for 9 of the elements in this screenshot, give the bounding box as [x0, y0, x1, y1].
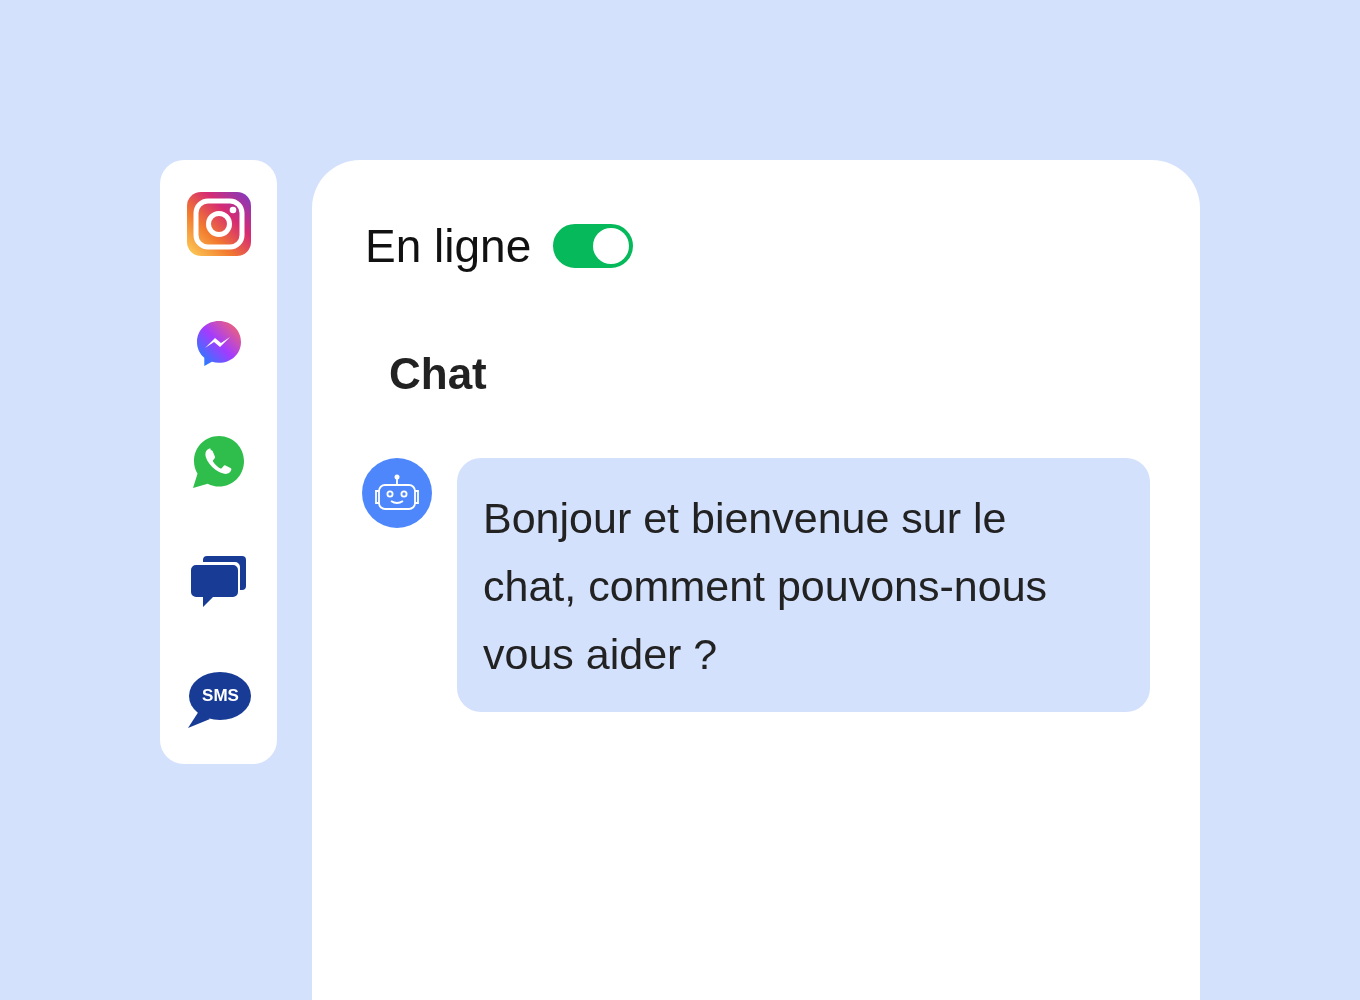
chat-title: Chat: [389, 348, 488, 400]
online-toggle[interactable]: [553, 224, 634, 268]
messenger-icon[interactable]: [195, 319, 242, 367]
status-label: En ligne: [365, 219, 532, 274]
instagram-icon[interactable]: [186, 192, 251, 256]
chat-bubbles-icon[interactable]: [190, 554, 247, 608]
robot-avatar-icon: [362, 458, 432, 528]
message-bubble: Bonjour et bienvenue sur le chat, comment pouvons-nous vous aider ?: [457, 458, 1150, 712]
phone-chat-icon[interactable]: [191, 435, 246, 489]
